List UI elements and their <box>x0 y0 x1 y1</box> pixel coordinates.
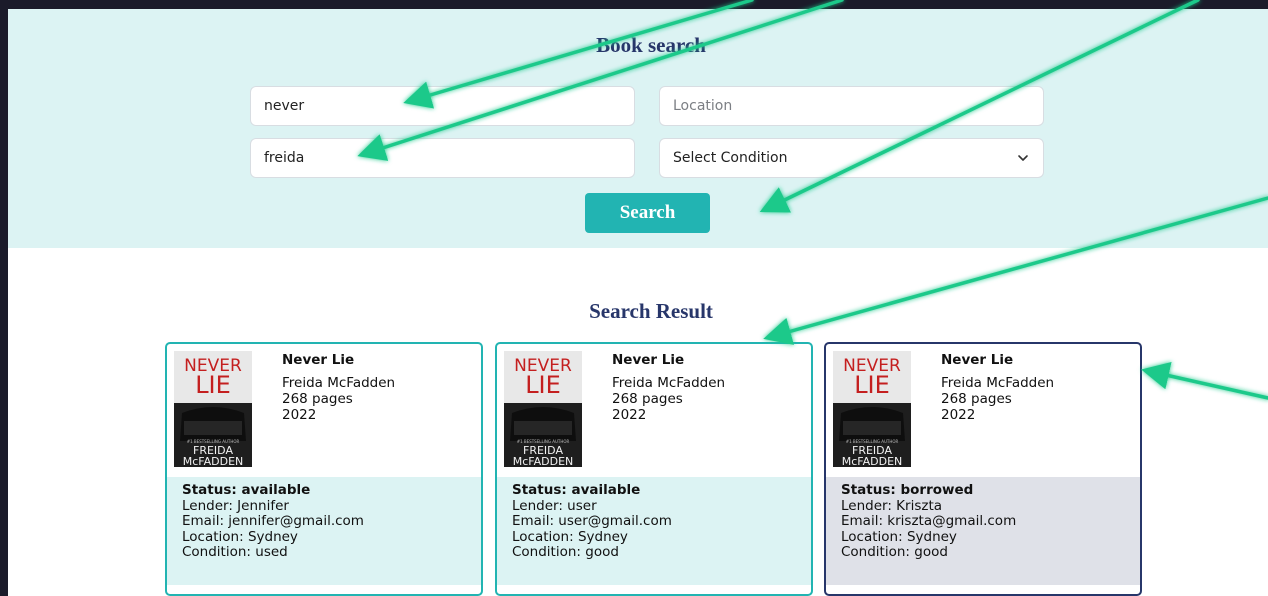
book-meta: Freida McFadden 268 pages 2022 <box>282 375 395 423</box>
search-button[interactable]: Search <box>585 193 710 233</box>
book-location: Location: Sydney <box>512 528 628 545</box>
book-meta: Freida McFadden 268 pages 2022 <box>941 375 1054 423</box>
book-card[interactable]: NEVER LIE #1 BESTSELLING AUTHOR FREIDA M… <box>165 342 483 596</box>
book-email: Email: jennifer@gmail.com <box>182 513 364 529</box>
book-year: 2022 <box>612 407 647 423</box>
book-email: Email: kriszta@gmail.com <box>841 513 1017 529</box>
book-pages: 268 pages <box>941 391 1012 407</box>
chevron-down-icon <box>1016 151 1030 165</box>
book-pages: 268 pages <box>282 391 353 407</box>
book-lender: Lender: Kriszta <box>841 497 943 514</box>
book-email: Email: user@gmail.com <box>512 513 672 529</box>
cover-title-line2: LIE <box>195 371 231 399</box>
book-title: Never Lie <box>282 352 355 368</box>
cover-title-line2: LIE <box>525 371 561 399</box>
lending-info: Status: borrowed Lender: Kriszta Email: … <box>826 477 1140 585</box>
book-location: Location: Sydney <box>182 528 298 545</box>
book-card[interactable]: NEVER LIE #1 BESTSELLING AUTHOR FREIDA M… <box>824 342 1142 596</box>
condition-select-value: Select Condition <box>673 150 788 166</box>
cover-author-line2: McFADDEN <box>183 455 244 467</box>
book-location: Location: Sydney <box>841 528 957 545</box>
author-search-value: freida <box>264 150 305 166</box>
book-condition: Condition: used <box>182 544 288 560</box>
title-search-input[interactable]: never <box>250 86 635 126</box>
book-search-page: Book search never Location freida Select… <box>8 9 1268 596</box>
book-title: Never Lie <box>941 352 1014 368</box>
book-condition: Condition: good <box>512 544 619 560</box>
condition-select[interactable]: Select Condition <box>659 138 1044 178</box>
book-author: Freida McFadden <box>282 375 396 391</box>
book-status: Status: available <box>182 482 311 498</box>
title-search-value: never <box>264 98 305 114</box>
book-cover-image: NEVER LIE #1 BESTSELLING AUTHOR FREIDA M… <box>504 351 582 467</box>
book-status: Status: borrowed <box>841 482 974 498</box>
location-placeholder: Location <box>673 98 733 114</box>
author-search-input[interactable]: freida <box>250 138 635 178</box>
search-title: Book search <box>596 33 706 57</box>
lending-info: Status: available Lender: user Email: us… <box>497 477 811 585</box>
book-cover-image: NEVER LIE #1 BESTSELLING AUTHOR FREIDA M… <box>833 351 911 467</box>
book-year: 2022 <box>282 407 317 423</box>
book-title: Never Lie <box>612 352 685 368</box>
cover-author-line2: McFADDEN <box>842 455 903 467</box>
book-author: Freida McFadden <box>612 375 726 391</box>
book-year: 2022 <box>941 407 976 423</box>
cover-author-line2: McFADDEN <box>513 455 574 467</box>
book-status: Status: available <box>512 482 641 498</box>
book-pages: 268 pages <box>612 391 683 407</box>
location-input[interactable]: Location <box>659 86 1044 126</box>
book-meta: Freida McFadden 268 pages 2022 <box>612 375 725 423</box>
book-condition: Condition: good <box>841 544 948 560</box>
book-lender: Lender: Jennifer <box>182 497 289 514</box>
search-result-title: Search Result <box>589 299 713 323</box>
book-lender: Lender: user <box>512 497 597 514</box>
book-card[interactable]: NEVER LIE #1 BESTSELLING AUTHOR FREIDA M… <box>495 342 813 596</box>
search-panel: Book search never Location freida Select… <box>8 9 1268 248</box>
cover-title-line2: LIE <box>854 371 890 399</box>
lending-info: Status: available Lender: Jennifer Email… <box>167 477 481 585</box>
book-cover-image: NEVER LIE #1 BESTSELLING AUTHOR FREIDA M… <box>174 351 252 467</box>
book-author: Freida McFadden <box>941 375 1055 391</box>
